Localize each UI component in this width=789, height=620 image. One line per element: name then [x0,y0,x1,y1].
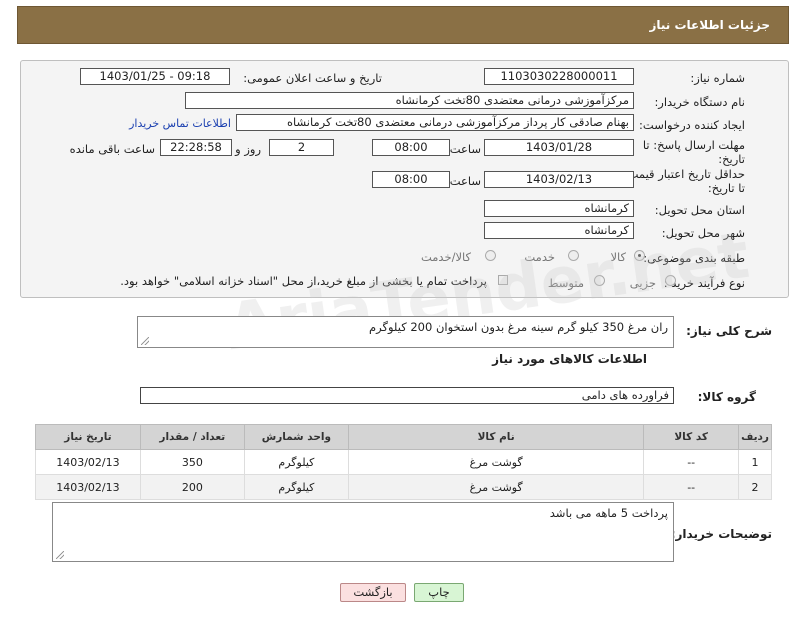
table-row: 2 -- گوشت مرغ کیلوگرم 200 1403/02/13 [35,474,772,500]
col-item-name: نام کالا [348,424,645,450]
back-button[interactable]: بازگشت [340,583,406,602]
remaining-time-field: 22:28:58 [160,139,232,156]
description-label: شرح کلی نیاز: [686,324,772,338]
treasury-payment-checkbox[interactable] [498,275,508,285]
reply-date-field: 1403/01/28 [484,139,634,156]
cell-item-code: -- [643,474,740,500]
treasury-payment-note: پرداخت تمام یا بخشی از مبلغ خرید،از محل … [120,274,487,288]
announce-field: 1403/01/25 - 09:18 [80,68,230,85]
cell-unit: کیلوگرم [243,474,350,500]
cell-row-number: 2 [738,474,772,500]
description-text: ران مرغ 350 کیلو گرم سینه مرغ بدون استخو… [369,320,668,334]
price-deadline-label: حداقل تاریخ اعتبار قیمت: تا تاریخ: [623,167,745,195]
description-textarea[interactable]: ران مرغ 350 کیلو گرم سینه مرغ بدون استخو… [137,316,674,348]
category-radio-service[interactable] [568,250,579,261]
cell-unit: کیلوگرم [243,449,350,475]
col-quantity: تعداد / مقدار [139,424,245,450]
process-option-minor: جزیی [629,276,656,290]
resize-grip-icon[interactable] [141,337,149,345]
col-unit: واحد شمارش [243,424,350,450]
city-field: کرمانشاه [484,222,634,239]
category-option-both: کالا/خدمت [420,250,471,264]
cell-item-name: گوشت مرغ [348,474,645,500]
goods-table: ردیف کد کالا نام کالا واحد شمارش تعداد /… [35,424,772,500]
category-radio-both[interactable] [485,250,496,261]
city-label: شهر محل تحویل: [661,226,745,240]
province-label: استان محل تحویل: [654,203,745,217]
goods-section-title: اطلاعات کالاهای مورد نیاز [492,352,647,366]
process-radio-minor[interactable] [665,275,676,286]
cell-quantity: 200 [139,474,245,500]
page-title: جزئیات اطلاعات نیاز [649,18,770,32]
category-label: طبقه بندی موضوعی: [643,251,745,265]
announce-label: تاریخ و ساعت اعلان عمومی: [243,71,382,85]
price-time-label: ساعت [449,174,481,188]
category-option-service: خدمت [524,250,555,264]
days-label: روز و [235,142,261,156]
need-number-label: شماره نیاز: [690,71,745,85]
col-row-number: ردیف [738,424,772,450]
cell-need-date: 1403/02/13 [35,474,141,500]
cell-item-code: -- [643,449,740,475]
requester-label: ایجاد کننده درخواست: [639,118,745,132]
reply-time-label: ساعت [449,142,481,156]
price-time-field: 08:00 [372,171,450,188]
requester-field: بهنام صادقی کار پرداز مرکزآموزشی درمانی … [236,114,634,131]
buyer-contact-link[interactable]: اطلاعات تماس خریدار [129,117,231,130]
category-radio-goods[interactable] [634,250,645,261]
process-label: نوع فرآیند خرید : [663,276,745,290]
cell-row-number: 1 [738,449,772,475]
price-date-field: 1403/02/13 [484,171,634,188]
need-number-field: 1103030228000011 [484,68,634,85]
goods-group-label: گروه کالا: [697,390,756,404]
goods-group-field: فراورده های دامی [140,387,674,404]
buyer-org-field: مرکزآموزشی درمانی معتضدی 80تخت کرمانشاه [185,92,634,109]
buyer-org-label: نام دستگاه خریدار: [654,95,745,109]
province-field: کرمانشاه [484,200,634,217]
page-header: جزئیات اطلاعات نیاز [17,6,789,44]
col-item-code: کد کالا [643,424,740,450]
table-row: 1 -- گوشت مرغ کیلوگرم 350 1403/02/13 [35,449,772,475]
table-header-row: ردیف کد کالا نام کالا واحد شمارش تعداد /… [35,424,772,450]
process-radio-medium[interactable] [594,275,605,286]
col-need-date: تاریخ نیاز [35,424,141,450]
remaining-label: ساعت باقی مانده [69,142,155,156]
buyer-notes-textarea[interactable]: پرداخت 5 ماهه می باشد [52,502,674,562]
buyer-notes-label: توضیحات خریدار: [670,527,772,541]
remaining-days-field: 2 [269,139,334,156]
cell-quantity: 350 [139,449,245,475]
print-button[interactable]: چاپ [414,583,464,602]
reply-time-field: 08:00 [372,139,450,156]
reply-deadline-label: مهلت ارسال پاسخ: تا تاریخ: [642,138,745,166]
cell-need-date: 1403/02/13 [35,449,141,475]
resize-grip-icon[interactable] [56,551,64,559]
category-option-goods: کالا [610,250,626,264]
cell-item-name: گوشت مرغ [348,449,645,475]
process-option-medium: متوسط [547,276,584,290]
buyer-notes-text: پرداخت 5 ماهه می باشد [549,506,668,520]
